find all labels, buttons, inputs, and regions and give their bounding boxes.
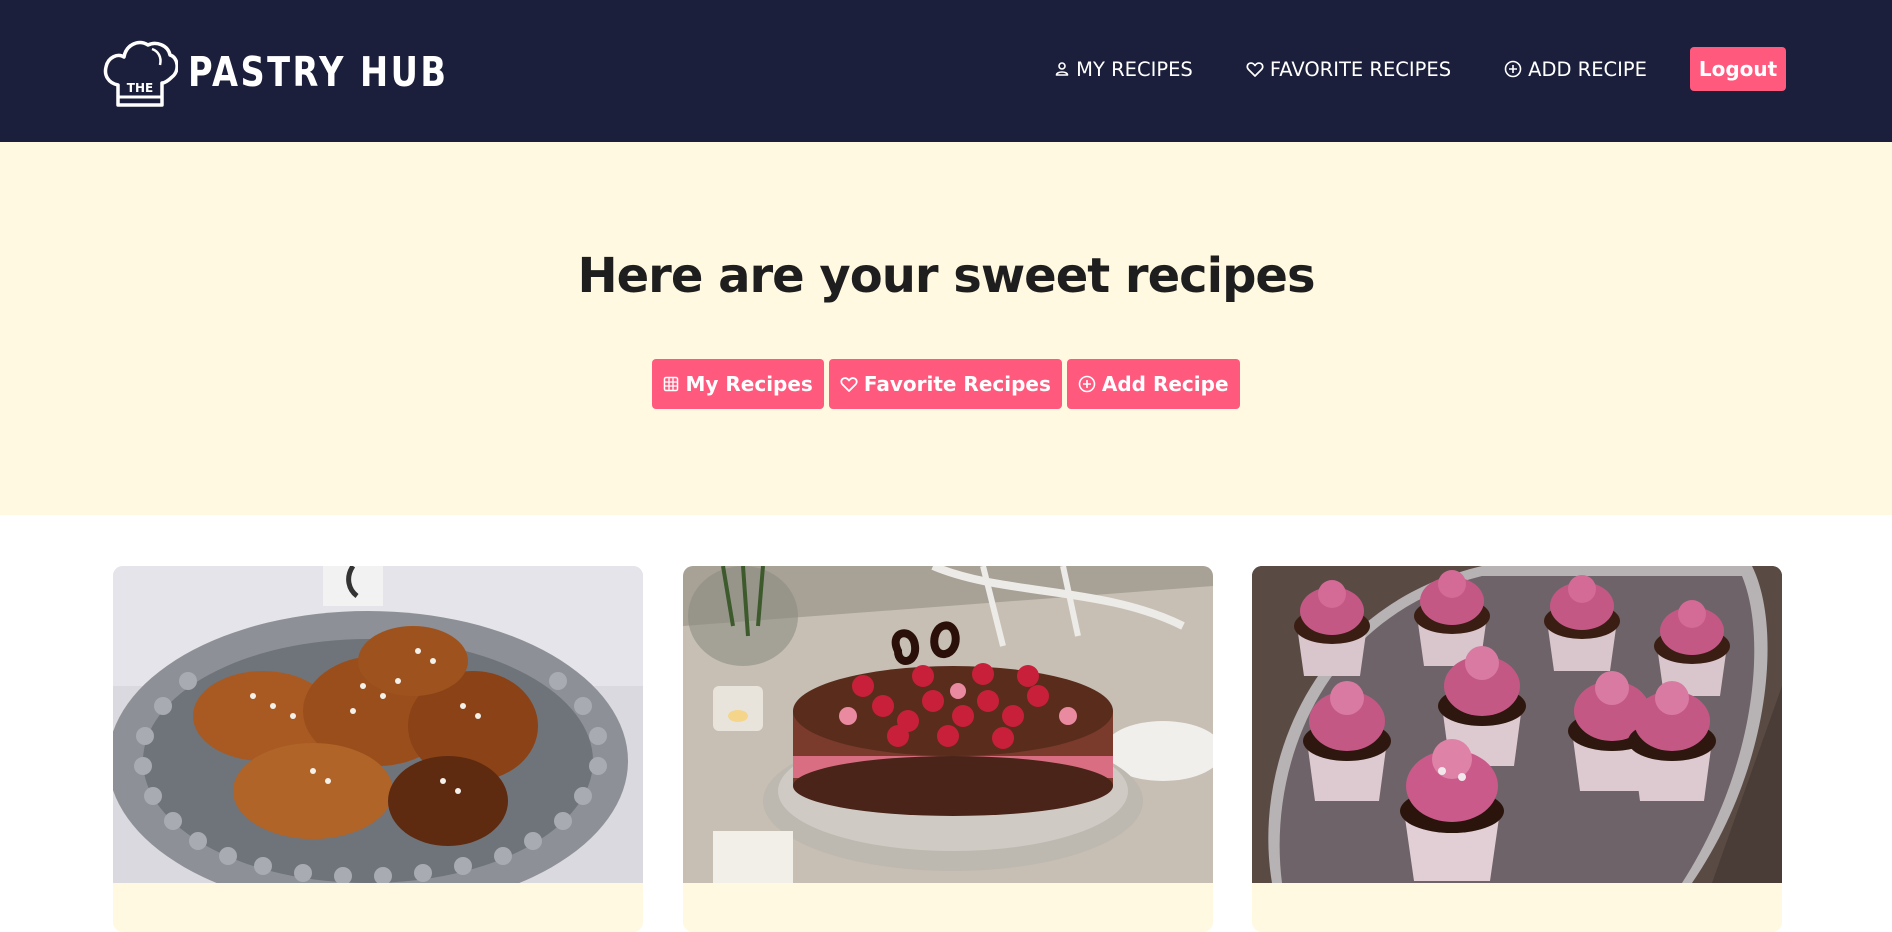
nav-links: MY RECIPES FAVORITE RECIPES ADD RECIPE L… (1054, 46, 1786, 92)
grid-icon (664, 376, 679, 392)
nav-link-favorite-recipes[interactable]: FAVORITE RECIPES (1246, 58, 1451, 81)
nav-link-label: FAVORITE RECIPES (1269, 57, 1452, 81)
plus-circle-icon (1504, 60, 1522, 78)
recipe-card[interactable] (113, 566, 643, 932)
logout-button[interactable]: Logout (1690, 47, 1786, 91)
heart-icon (1246, 61, 1264, 77)
button-label: Add Recipe (1101, 372, 1229, 396)
plus-circle-icon (1078, 375, 1096, 393)
hero-button-group: My Recipes Favorite Recipes Add Recipe (0, 359, 1892, 409)
recipe-card-body (113, 883, 643, 932)
button-label: My Recipes (685, 372, 813, 396)
pink-frosted-cupcakes-photo (1252, 566, 1782, 883)
heart-icon (840, 376, 858, 392)
recipe-card-body (1252, 883, 1782, 932)
recipe-card[interactable] (1252, 566, 1782, 932)
raspberry-chocolate-cake-photo (683, 566, 1213, 883)
page-title: Here are your sweet recipes (577, 248, 1315, 304)
button-label: Favorite Recipes (863, 372, 1051, 396)
brand-logo-link[interactable]: THE PASTRY HUB (102, 36, 506, 108)
recipe-card-body (683, 883, 1213, 932)
nav-link-label: MY RECIPES (1076, 57, 1193, 81)
chef-hat-logo-icon: THE (103, 40, 178, 107)
recipe-card[interactable] (683, 566, 1213, 932)
nav-link-add-recipe[interactable]: ADD RECIPE (1504, 58, 1647, 81)
hero-section: Here are your sweet recipes My Recipes F… (0, 142, 1892, 515)
nav-link-label: ADD RECIPE (1528, 57, 1647, 81)
add-recipe-button[interactable]: Add Recipe (1066, 359, 1240, 409)
brand-name: PASTRY HUB (188, 47, 449, 96)
user-icon (1055, 62, 1069, 76)
svg-text:THE: THE (127, 81, 153, 95)
favorite-recipes-button[interactable]: Favorite Recipes (828, 359, 1062, 409)
navbar: THE PASTRY HUB MY RECIPES FAVORITE RECIP… (0, 0, 1892, 142)
recipe-card-grid (0, 566, 1892, 932)
nav-link-my-recipes[interactable]: MY RECIPES (1054, 58, 1193, 81)
cinnamon-buns-photo (113, 566, 643, 883)
my-recipes-button[interactable]: My Recipes (652, 359, 824, 409)
